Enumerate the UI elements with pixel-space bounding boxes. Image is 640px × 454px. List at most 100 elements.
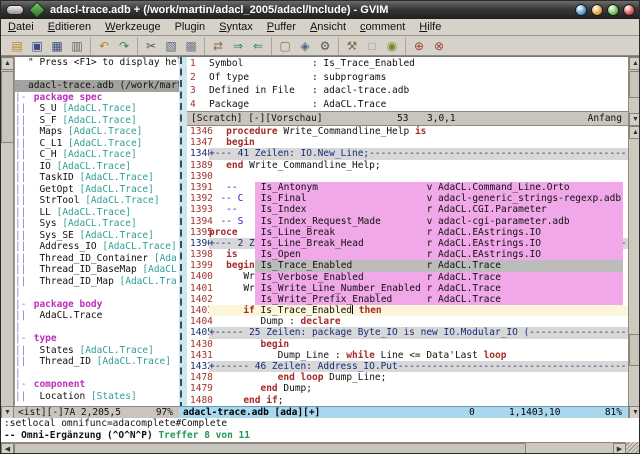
save-button[interactable]: ▣ bbox=[28, 37, 46, 54]
taglist-scrollbar[interactable]: ▲ ▼ bbox=[1, 57, 14, 419]
preview-scrollbar[interactable]: ▲ ▼ bbox=[628, 57, 640, 126]
print-button[interactable]: ▥ bbox=[68, 37, 86, 54]
preview-line[interactable]: 4Package : AdaCL.Trace bbox=[187, 98, 628, 112]
menu-plugin[interactable]: Plugin bbox=[168, 20, 213, 34]
taglist-row[interactable]: |- type bbox=[15, 333, 180, 345]
menu-editieren[interactable]: Editieren bbox=[41, 20, 98, 34]
fold-marker[interactable]: |- bbox=[15, 379, 28, 391]
fold-marker[interactable]: | bbox=[15, 287, 28, 299]
code-line[interactable]: 1346 procedure Write_Commandline_Help is bbox=[187, 126, 628, 137]
scroll-left-icon[interactable]: ◀ bbox=[1, 443, 14, 454]
undo-button[interactable]: ↶ bbox=[95, 37, 113, 54]
load-session-button[interactable]: ▢ bbox=[276, 37, 294, 54]
scroll-right-icon[interactable]: ▶ bbox=[613, 443, 626, 454]
minimize-button[interactable] bbox=[591, 4, 603, 16]
fold-marker[interactable]: || bbox=[15, 310, 28, 322]
completion-item[interactable]: Is_Line_Break_Head r AdaCL.EAstrings.IO bbox=[255, 238, 623, 249]
fold-marker[interactable]: || bbox=[15, 230, 28, 242]
command-line[interactable]: :setlocal omnifunc=adacomplete#Complete bbox=[1, 418, 640, 430]
taglist-row[interactable]: || S_F [AdaCL.Trace] bbox=[15, 115, 180, 127]
find-next-button[interactable]: ⇒ bbox=[229, 37, 247, 54]
maximize-button[interactable] bbox=[607, 4, 619, 16]
taglist-row[interactable]: || LL [AdaCL.Trace] bbox=[15, 207, 180, 219]
taglist-row[interactable]: | bbox=[15, 368, 180, 380]
preview-window[interactable]: 1Symbol : Is_Trace_Enabled2Of type : sub… bbox=[187, 57, 628, 111]
taglist-row[interactable]: |- component bbox=[15, 379, 180, 391]
taglist-row[interactable]: || Address_IO [AdaCL.Trace] bbox=[15, 241, 180, 253]
editor-scrollbar[interactable]: ▲ ▼ bbox=[628, 126, 640, 419]
taglist-row[interactable]: || Thread_ID_Container [Ada bbox=[15, 253, 180, 265]
completion-item[interactable]: Is_Line_Break r AdaCL.EAstrings.IO bbox=[255, 227, 623, 238]
code-line[interactable]: 1404 Dump : declare bbox=[187, 316, 628, 327]
fold-marker[interactable]: || bbox=[15, 356, 28, 368]
folded-line[interactable]: 1405+----- 25 Zeilen: package Byte_IO is… bbox=[187, 327, 628, 338]
title-bar[interactable]: adacl-trace.adb + (/work/martin/adacl_20… bbox=[1, 1, 640, 19]
taglist-row[interactable]: || TaskID [AdaCL.Trace] bbox=[15, 172, 180, 184]
taglist-row[interactable]: || Thread_ID [AdaCL.Trace] bbox=[15, 356, 180, 368]
completion-item[interactable]: Is_Verbose_Enabled r AdaCL.Trace bbox=[255, 272, 623, 283]
fold-marker[interactable]: || bbox=[15, 115, 28, 127]
taglist-row[interactable]: || Sys [AdaCL.Trace] bbox=[15, 218, 180, 230]
fold-marker[interactable]: |- bbox=[15, 299, 28, 311]
window-vertical-separator[interactable] bbox=[179, 57, 187, 419]
horizontal-scroll-thumb[interactable] bbox=[14, 443, 526, 454]
preview-line[interactable]: 3Defined in File : adacl-trace.adb bbox=[187, 84, 628, 98]
taglist-row[interactable]: || C_H [AdaCL.Trace] bbox=[15, 149, 180, 161]
fold-marker[interactable] bbox=[15, 69, 28, 81]
tag-jump-button[interactable]: ◉ bbox=[383, 37, 401, 54]
save-all-button[interactable]: ▦ bbox=[48, 37, 66, 54]
fold-marker[interactable]: || bbox=[15, 195, 28, 207]
fold-marker[interactable]: || bbox=[15, 172, 28, 184]
scroll-down-icon[interactable]: ▼ bbox=[629, 113, 640, 126]
code-line[interactable]: 1431 Dump_Line : while Line <= Data'Last… bbox=[187, 350, 628, 361]
menu-werkzeuge[interactable]: Werkzeuge bbox=[98, 20, 167, 34]
fold-marker[interactable]: | bbox=[15, 322, 28, 334]
fold-marker[interactable]: |- bbox=[15, 92, 28, 104]
fold-marker[interactable]: || bbox=[15, 184, 28, 196]
taglist-row[interactable]: | bbox=[15, 322, 180, 334]
completion-item[interactable]: Is_Index r AdaCL.CGI.Parameter bbox=[255, 204, 623, 215]
editor-scroll-thumb[interactable] bbox=[629, 334, 640, 366]
fold-marker[interactable]: || bbox=[15, 218, 28, 230]
folded-line[interactable]: 1432+------ 46 Zeilen: Address_IO.Put---… bbox=[187, 361, 628, 372]
menu-comment[interactable]: comment bbox=[353, 20, 412, 34]
find-replace-button[interactable]: ⇄ bbox=[209, 37, 227, 54]
code-line[interactable]: 1478 end loop Dump_Line; bbox=[187, 372, 628, 383]
fold-marker[interactable]: || bbox=[15, 207, 28, 219]
fold-marker[interactable]: |- bbox=[15, 333, 28, 345]
code-line[interactable]: 1403 if Is_Trace_Enabled then bbox=[187, 305, 628, 316]
preview-line[interactable]: 1Symbol : Is_Trace_Enabled bbox=[187, 57, 628, 71]
fold-marker[interactable]: || bbox=[15, 138, 28, 150]
preview-scroll-thumb[interactable] bbox=[629, 71, 640, 98]
completion-item[interactable]: Is_Write_Prefix_Enabled r AdaCL.Trace bbox=[255, 294, 623, 305]
window-menu-button[interactable] bbox=[6, 5, 24, 15]
fold-marker[interactable]: || bbox=[15, 276, 28, 288]
taglist-row[interactable]: -adacl-trace.adb (/work/marti bbox=[15, 80, 180, 92]
taglist-row[interactable]: |- package body bbox=[15, 299, 180, 311]
fold-marker[interactable]: || bbox=[15, 241, 28, 253]
scroll-up-icon[interactable]: ▲ bbox=[629, 126, 640, 139]
taglist-row[interactable]: || S_U [AdaCL.Trace] bbox=[15, 103, 180, 115]
completion-item[interactable]: Is_Index_Request_Made v adacl-cgi-parame… bbox=[255, 216, 623, 227]
taglist-row[interactable] bbox=[15, 69, 180, 81]
scroll-up-icon[interactable]: ▲ bbox=[1, 57, 14, 70]
taglist-row[interactable]: || Thread_ID_BaseMap [AdaCL bbox=[15, 264, 180, 276]
taglist-row[interactable]: |- package spec bbox=[15, 92, 180, 104]
find-help-button[interactable]: ⊗ bbox=[430, 37, 448, 54]
resize-grip[interactable] bbox=[626, 442, 639, 454]
fold-marker[interactable]: || bbox=[15, 345, 28, 357]
taglist-row[interactable]: | bbox=[15, 287, 180, 299]
fold-marker[interactable]: || bbox=[15, 149, 28, 161]
preview-status-line[interactable]: [Scratch] [-][Vorschau] 53 3,0,1 Anfang bbox=[187, 111, 628, 126]
command-area[interactable]: :setlocal omnifunc=adacomplete#Complete … bbox=[1, 418, 640, 442]
taglist-row[interactable]: || StrTool [AdaCL.Trace] bbox=[15, 195, 180, 207]
code-line[interactable]: 1347 begin bbox=[187, 137, 628, 148]
menu-syntax[interactable]: Syntax bbox=[212, 20, 260, 34]
menu-hilfe[interactable]: Hilfe bbox=[412, 20, 448, 34]
taglist-row[interactable]: || Location [States] bbox=[15, 391, 180, 403]
code-line[interactable]: 1389 end Write_Commandline_Help; bbox=[187, 160, 628, 171]
make-button[interactable]: ⚒ bbox=[343, 37, 361, 54]
taglist-row[interactable]: || IO [AdaCL.Trace] bbox=[15, 161, 180, 173]
code-line[interactable]: 1390 bbox=[187, 171, 628, 182]
taglist-row[interactable]: || Maps [AdaCL.Trace] bbox=[15, 126, 180, 138]
